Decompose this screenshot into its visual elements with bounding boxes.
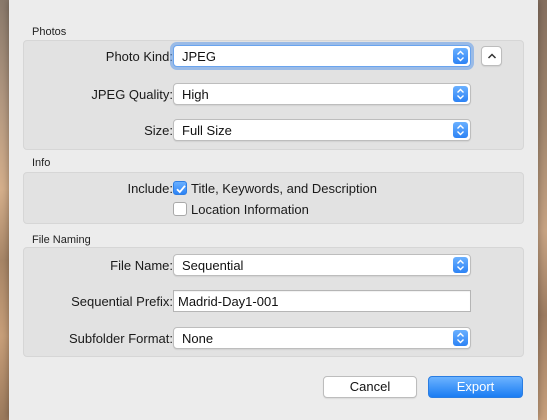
include-label: Include:	[127, 181, 173, 196]
up-down-chevrons-icon	[453, 48, 468, 64]
chevron-up-icon	[487, 53, 497, 59]
photo-kind-label: Photo Kind:	[105, 49, 173, 64]
up-down-chevrons-icon	[453, 257, 468, 273]
sequential-prefix-label: Sequential Prefix:	[71, 294, 173, 309]
location-info-label[interactable]: Location Information	[191, 202, 309, 217]
cancel-button[interactable]: Cancel	[323, 376, 417, 398]
file-name-value: Sequential	[182, 258, 244, 273]
sequential-prefix-value: Madrid-Day1-001	[178, 294, 279, 309]
size-label: Size:	[144, 123, 173, 138]
subfolder-format-value: None	[182, 331, 214, 346]
size-value: Full Size	[182, 123, 232, 138]
photo-kind-value: JPEG	[182, 49, 216, 64]
file-naming-section-title: File Naming	[32, 234, 91, 246]
up-down-chevrons-icon	[453, 86, 468, 102]
collapse-disclosure-button[interactable]	[481, 46, 502, 66]
file-name-popup[interactable]: Sequential	[173, 254, 471, 276]
title-keywords-checkbox[interactable]	[173, 181, 187, 195]
subfolder-format-label: Subfolder Format:	[68, 331, 173, 346]
jpeg-quality-value: High	[182, 87, 209, 102]
photo-kind-popup[interactable]: JPEG	[173, 45, 471, 67]
sequential-prefix-field[interactable]: Madrid-Day1-001	[173, 290, 471, 312]
jpeg-quality-popup[interactable]: High	[173, 83, 471, 105]
subfolder-format-popup[interactable]: None	[173, 327, 471, 349]
export-button[interactable]: Export	[428, 376, 523, 398]
size-popup[interactable]: Full Size	[173, 119, 471, 141]
file-name-label: File Name:	[110, 258, 173, 273]
location-info-checkbox[interactable]	[173, 202, 187, 216]
photos-section-title: Photos	[32, 26, 67, 38]
up-down-chevrons-icon	[453, 122, 468, 138]
checkmark-icon	[176, 185, 186, 194]
up-down-chevrons-icon	[453, 330, 468, 346]
title-keywords-label[interactable]: Title, Keywords, and Description	[191, 181, 377, 196]
info-section-title: Info	[32, 157, 51, 169]
jpeg-quality-label: JPEG Quality:	[91, 87, 173, 102]
export-dialog: Photos Photo Kind: JPEG JPEG Quality: Hi…	[9, 0, 538, 420]
